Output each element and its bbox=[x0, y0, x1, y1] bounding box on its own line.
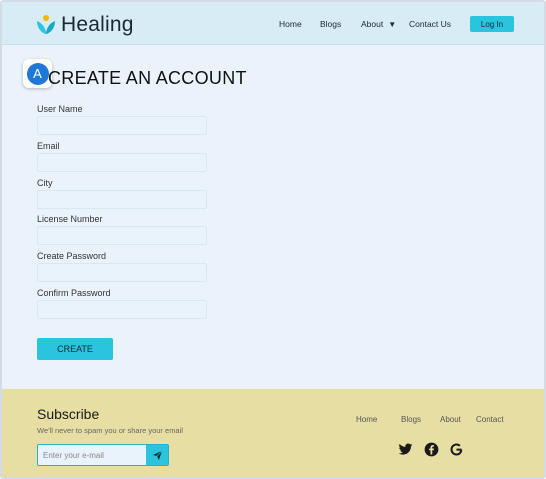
subscribe-send-button[interactable] bbox=[146, 445, 168, 465]
facebook-link[interactable] bbox=[424, 442, 440, 458]
subscribe-form bbox=[37, 444, 169, 466]
nav-about-label: About bbox=[361, 19, 384, 29]
caret-down-icon: ▼ bbox=[388, 20, 397, 29]
confirm-password-label: Confirm Password bbox=[37, 288, 111, 298]
nav-contact[interactable]: Contact Us bbox=[409, 19, 451, 29]
avatar-letter: A bbox=[26, 62, 49, 85]
confirm-password-input[interactable] bbox=[37, 300, 207, 319]
footer: Subscribe We'll never to spam you or sha… bbox=[2, 389, 544, 477]
username-input[interactable] bbox=[37, 116, 207, 135]
city-label: City bbox=[37, 178, 53, 188]
nav-about[interactable]: About ▼ bbox=[361, 19, 396, 29]
city-input[interactable] bbox=[37, 190, 207, 209]
footer-link-about[interactable]: About bbox=[440, 415, 461, 424]
create-password-input[interactable] bbox=[37, 263, 207, 282]
twitter-icon bbox=[398, 443, 413, 455]
footer-link-contact[interactable]: Contact bbox=[476, 415, 504, 424]
nav-blogs[interactable]: Blogs bbox=[320, 19, 341, 29]
email-label: Email bbox=[37, 141, 60, 151]
create-password-label: Create Password bbox=[37, 251, 107, 261]
nav-home[interactable]: Home bbox=[279, 19, 302, 29]
license-number-input[interactable] bbox=[37, 226, 207, 245]
footer-link-blogs[interactable]: Blogs bbox=[401, 415, 421, 424]
subscribe-subtitle: We'll never to spam you or share your em… bbox=[37, 426, 183, 435]
app-frame: Healing Home Blogs About ▼ Contact Us Log… bbox=[0, 0, 546, 479]
email-input[interactable] bbox=[37, 153, 207, 172]
main-nav: Home Blogs About ▼ Contact Us bbox=[2, 19, 544, 33]
twitter-link[interactable] bbox=[398, 442, 414, 458]
login-button[interactable]: Log In bbox=[470, 16, 514, 32]
subscribe-email-input[interactable] bbox=[38, 445, 148, 465]
footer-link-home[interactable]: Home bbox=[356, 415, 377, 424]
facebook-icon bbox=[424, 442, 439, 457]
google-link[interactable] bbox=[449, 442, 465, 458]
username-label: User Name bbox=[37, 104, 83, 114]
subscribe-title: Subscribe bbox=[37, 406, 100, 422]
page-title: CREATE AN ACCOUNT bbox=[48, 68, 247, 88]
google-icon bbox=[450, 443, 463, 456]
header: Healing Home Blogs About ▼ Contact Us Log… bbox=[2, 2, 544, 45]
create-button[interactable]: CREATE bbox=[37, 338, 113, 360]
paper-plane-icon bbox=[152, 450, 162, 460]
license-number-label: License Number bbox=[37, 214, 103, 224]
